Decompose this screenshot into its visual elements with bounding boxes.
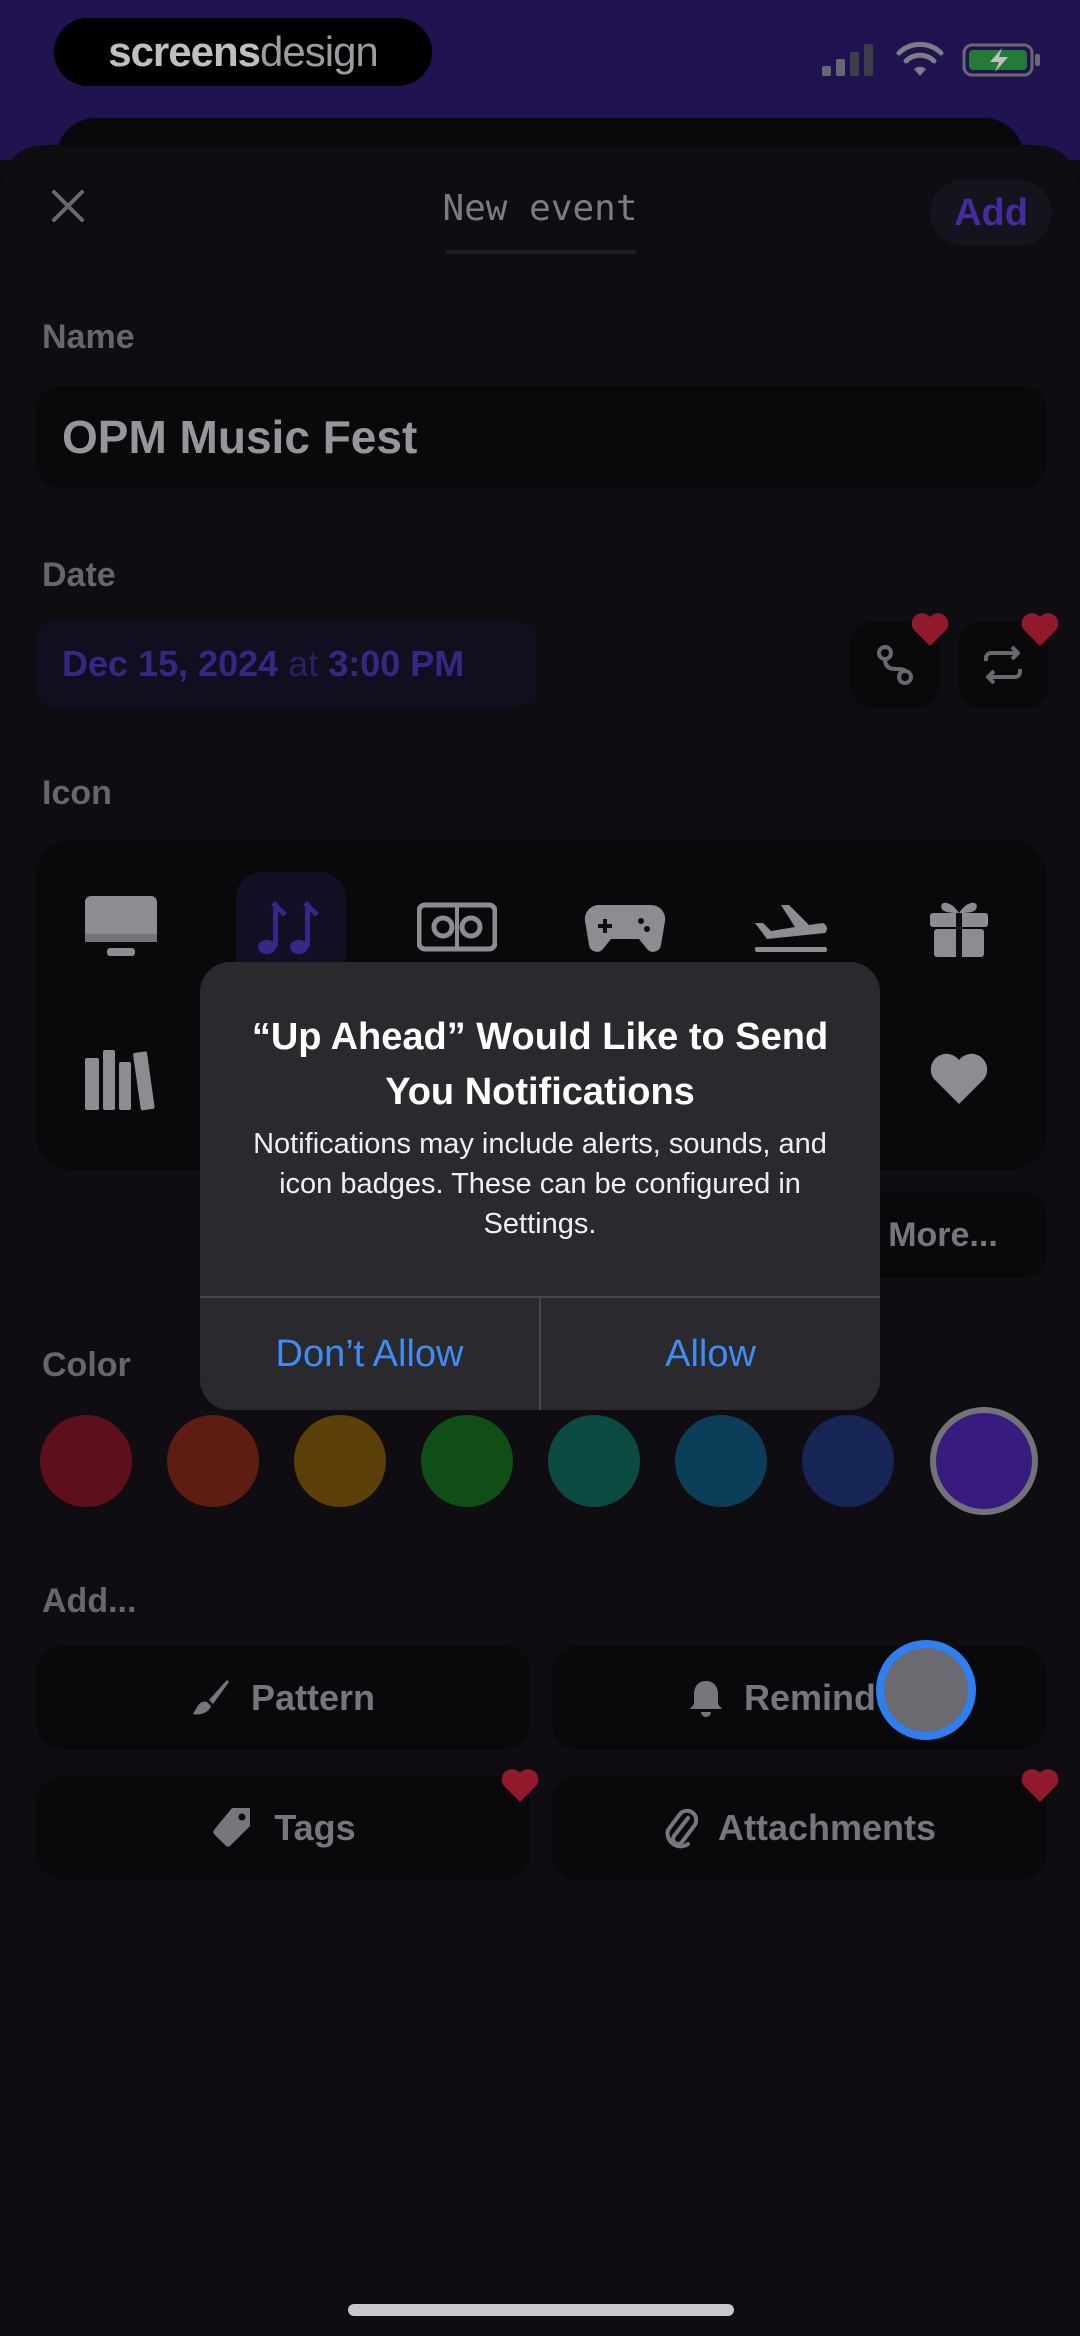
premium-heart-icon (1020, 610, 1060, 650)
name-field[interactable]: OPM Music Fest (36, 386, 1046, 488)
attachments-label: Attachments (717, 1807, 937, 1848)
alert-title: “Up Ahead” Would Like to Send You Notifi… (251, 1016, 829, 1113)
color-swatch-red[interactable] (40, 1415, 132, 1507)
time-value: 3:00 PM (328, 643, 465, 684)
color-swatch-blue[interactable] (802, 1415, 894, 1507)
allow-button[interactable]: Allow (541, 1298, 880, 1410)
paperclip-icon (665, 1808, 698, 1849)
attachments-button[interactable]: Attachments (552, 1776, 1046, 1880)
battery-charging-icon (962, 43, 1040, 77)
add-section-label: Add... (42, 1582, 137, 1620)
color-swatch-teal[interactable] (548, 1415, 640, 1507)
color-swatch-green[interactable] (421, 1415, 513, 1507)
color-swatch-purple-selected[interactable] (930, 1407, 1038, 1515)
notification-permission-alert: “Up Ahead” Would Like to Send You Notifi… (200, 962, 880, 1410)
date-value: Dec 15, 2024 (62, 643, 279, 684)
color-label: Color (42, 1346, 131, 1384)
color-swatch-cyan[interactable] (675, 1415, 767, 1507)
bell-icon (689, 1681, 722, 1717)
icon-label: Icon (42, 774, 112, 812)
touch-indicator (876, 1640, 976, 1740)
dont-allow-button[interactable]: Don’t Allow (200, 1298, 539, 1410)
books-icon[interactable] (66, 1024, 176, 1134)
pattern-label: Pattern (250, 1677, 376, 1718)
page-title: New event (442, 188, 638, 229)
premium-heart-icon (910, 610, 950, 650)
heart-icon[interactable] (904, 1024, 1014, 1134)
paintbrush-icon (192, 1680, 229, 1715)
date-label: Date (42, 556, 116, 594)
tags-button[interactable]: Tags (36, 1776, 530, 1880)
monitor-icon[interactable] (66, 872, 176, 982)
status-icons (822, 42, 1042, 78)
add-button[interactable]: Add (930, 180, 1052, 246)
alert-message: Notifications may include alerts, sounds… (253, 1128, 827, 1240)
pattern-button[interactable]: Pattern (36, 1646, 530, 1750)
cellular-signal-icon (822, 44, 873, 76)
color-swatch-yellow[interactable] (294, 1415, 386, 1507)
home-indicator[interactable] (348, 2304, 734, 2316)
status-bar: screens design (0, 0, 1080, 120)
name-label: Name (42, 318, 135, 356)
date-at-label: at (288, 643, 319, 684)
date-picker-button[interactable]: Dec 15, 2024 at 3:00 PM (36, 620, 536, 708)
gift-icon[interactable] (904, 872, 1014, 982)
color-swatch-orange[interactable] (167, 1415, 259, 1507)
tag-icon (213, 1808, 251, 1847)
repeat-icon (984, 645, 1022, 685)
title-underline (446, 250, 636, 254)
premium-heart-icon (1020, 1766, 1060, 1806)
screensdesign-logo: screens design (54, 18, 432, 86)
wifi-icon (896, 42, 944, 76)
tags-label: Tags (274, 1807, 356, 1848)
premium-heart-icon (500, 1766, 540, 1806)
